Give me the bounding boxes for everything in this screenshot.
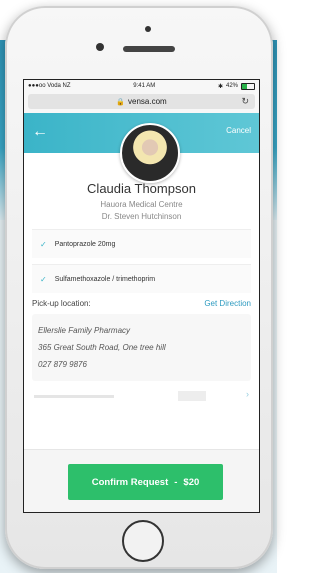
medication-label: Pantoprazole 20mg (54, 240, 116, 248)
address-bar[interactable]: 🔒 vensa.com ↻ (28, 94, 255, 109)
confirm-separator: - (174, 476, 178, 488)
pharmacy-phone: 027 879 9876 (38, 360, 87, 369)
pharmacy-card[interactable]: Ellerslie Family Pharmacy 365 Great Sout… (32, 314, 251, 381)
phone-screen: ●●●oo Voda NZ 9:41 AM ✱ 42% 🔒 vensa.com … (23, 79, 260, 513)
time-label: 9:41 AM (133, 83, 156, 89)
get-direction-link[interactable]: Get Direction (204, 299, 251, 308)
front-camera-icon (96, 43, 104, 51)
front-sensor-icon (145, 26, 151, 32)
cancel-button[interactable]: Cancel (226, 126, 251, 135)
carrier-label: ●●●oo Voda NZ (28, 83, 71, 89)
medication-label: Sulfamethoxazole / trimethoprim (54, 275, 156, 283)
check-icon: ✓ (40, 239, 47, 249)
pharmacy-address: 365 Great South Road, One tree hill (38, 343, 166, 352)
back-arrow-icon[interactable]: ← (32, 122, 52, 142)
battery-percent: 42% (225, 83, 238, 89)
confirm-request-button[interactable]: Confirm Request - $20 (68, 464, 223, 500)
reload-icon[interactable]: ↻ (241, 96, 249, 107)
faded-label-placeholder (34, 395, 114, 398)
medication-item[interactable]: ✓ Sulfamethoxazole / trimethoprim (32, 264, 251, 293)
bottom-action-bar: Confirm Request - $20 (24, 449, 259, 512)
lock-icon: 🔒 (116, 98, 126, 106)
page-header: ← Cancel (24, 113, 259, 183)
status-bar: ●●●oo Voda NZ 9:41 AM ✱ 42% (24, 80, 259, 92)
avatar (120, 123, 180, 183)
patient-name: Claudia Thompson (87, 181, 196, 196)
chevron-right-icon: › (246, 389, 249, 399)
medication-item[interactable]: ✓ Pantoprazole 20mg (32, 229, 251, 258)
faded-next-row: › (32, 389, 251, 403)
pickup-row: Pick-up location: Get Direction (24, 299, 259, 308)
battery-icon (241, 82, 255, 90)
check-icon: ✓ (40, 274, 47, 284)
faded-box-placeholder (178, 391, 206, 401)
earpiece-speaker-icon (123, 46, 175, 52)
home-button-icon[interactable] (122, 520, 164, 562)
browser-chrome: 🔒 vensa.com ↻ (24, 92, 259, 113)
doctor-name: Dr. Steven Hutchinson (101, 212, 182, 221)
medication-list: ✓ Pantoprazole 20mg ✓ Sulfamethoxazole /… (24, 229, 259, 293)
confirm-label: Confirm Request (91, 476, 169, 488)
bluetooth-icon: ✱ (217, 83, 223, 90)
url-text: vensa.com (128, 97, 167, 106)
pharmacy-name: Ellerslie Family Pharmacy (38, 326, 131, 335)
status-right: ✱ 42% (217, 82, 255, 90)
phone-frame: ●●●oo Voda NZ 9:41 AM ✱ 42% 🔒 vensa.com … (5, 6, 273, 569)
clinic-name: Hauora Medical Centre (100, 200, 183, 209)
pickup-label: Pick-up location: (32, 299, 91, 308)
confirm-price: $20 (183, 476, 200, 488)
